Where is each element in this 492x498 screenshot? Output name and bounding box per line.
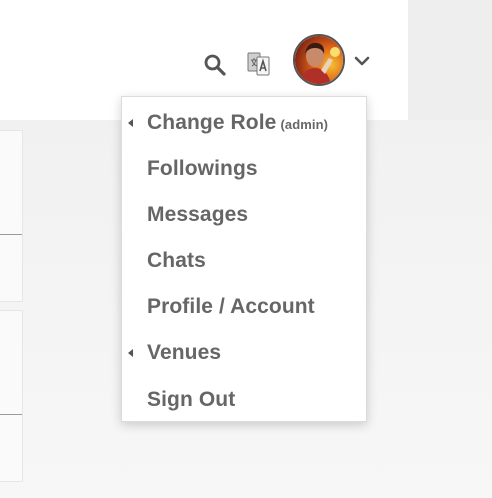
menu-item-change-role[interactable]: Change Role (admin) bbox=[122, 103, 366, 143]
search-button[interactable] bbox=[203, 53, 227, 77]
avatar-image bbox=[295, 36, 343, 84]
submenu-caret-icon bbox=[128, 349, 133, 357]
content-panel bbox=[0, 310, 23, 482]
menu-item-label: Chats bbox=[147, 249, 206, 272]
menu-item-profile-account[interactable]: Profile / Account bbox=[122, 287, 366, 327]
menu-item-label: Messages bbox=[147, 203, 249, 226]
submenu-caret-icon bbox=[128, 119, 133, 127]
menu-item-chats[interactable]: Chats bbox=[122, 241, 366, 281]
menu-item-label: Profile / Account bbox=[147, 295, 315, 318]
menu-item-sign-out[interactable]: Sign Out bbox=[122, 380, 366, 420]
account-menu-toggle[interactable] bbox=[353, 54, 371, 68]
menu-item-messages[interactable]: Messages bbox=[122, 195, 366, 235]
menu-item-label: Followings bbox=[147, 157, 258, 180]
divider bbox=[0, 414, 22, 415]
chevron-down-icon bbox=[354, 56, 370, 66]
divider bbox=[0, 234, 22, 235]
translate-button[interactable] bbox=[247, 51, 271, 77]
user-avatar[interactable] bbox=[293, 34, 345, 86]
menu-item-label: Sign Out bbox=[147, 388, 236, 411]
menu-item-followings[interactable]: Followings bbox=[122, 149, 366, 189]
menu-item-label: Venues bbox=[147, 341, 222, 364]
content-panel bbox=[0, 130, 23, 302]
menu-item-venues[interactable]: Venues bbox=[122, 333, 366, 373]
role-badge: (admin) bbox=[280, 117, 329, 132]
menu-item-label: Change Role (admin) bbox=[147, 111, 329, 134]
header-gutter bbox=[408, 0, 492, 120]
search-icon bbox=[204, 54, 226, 76]
translate-icon bbox=[247, 52, 270, 76]
account-dropdown-menu: Change Role (admin) Followings Messages C… bbox=[121, 96, 367, 422]
